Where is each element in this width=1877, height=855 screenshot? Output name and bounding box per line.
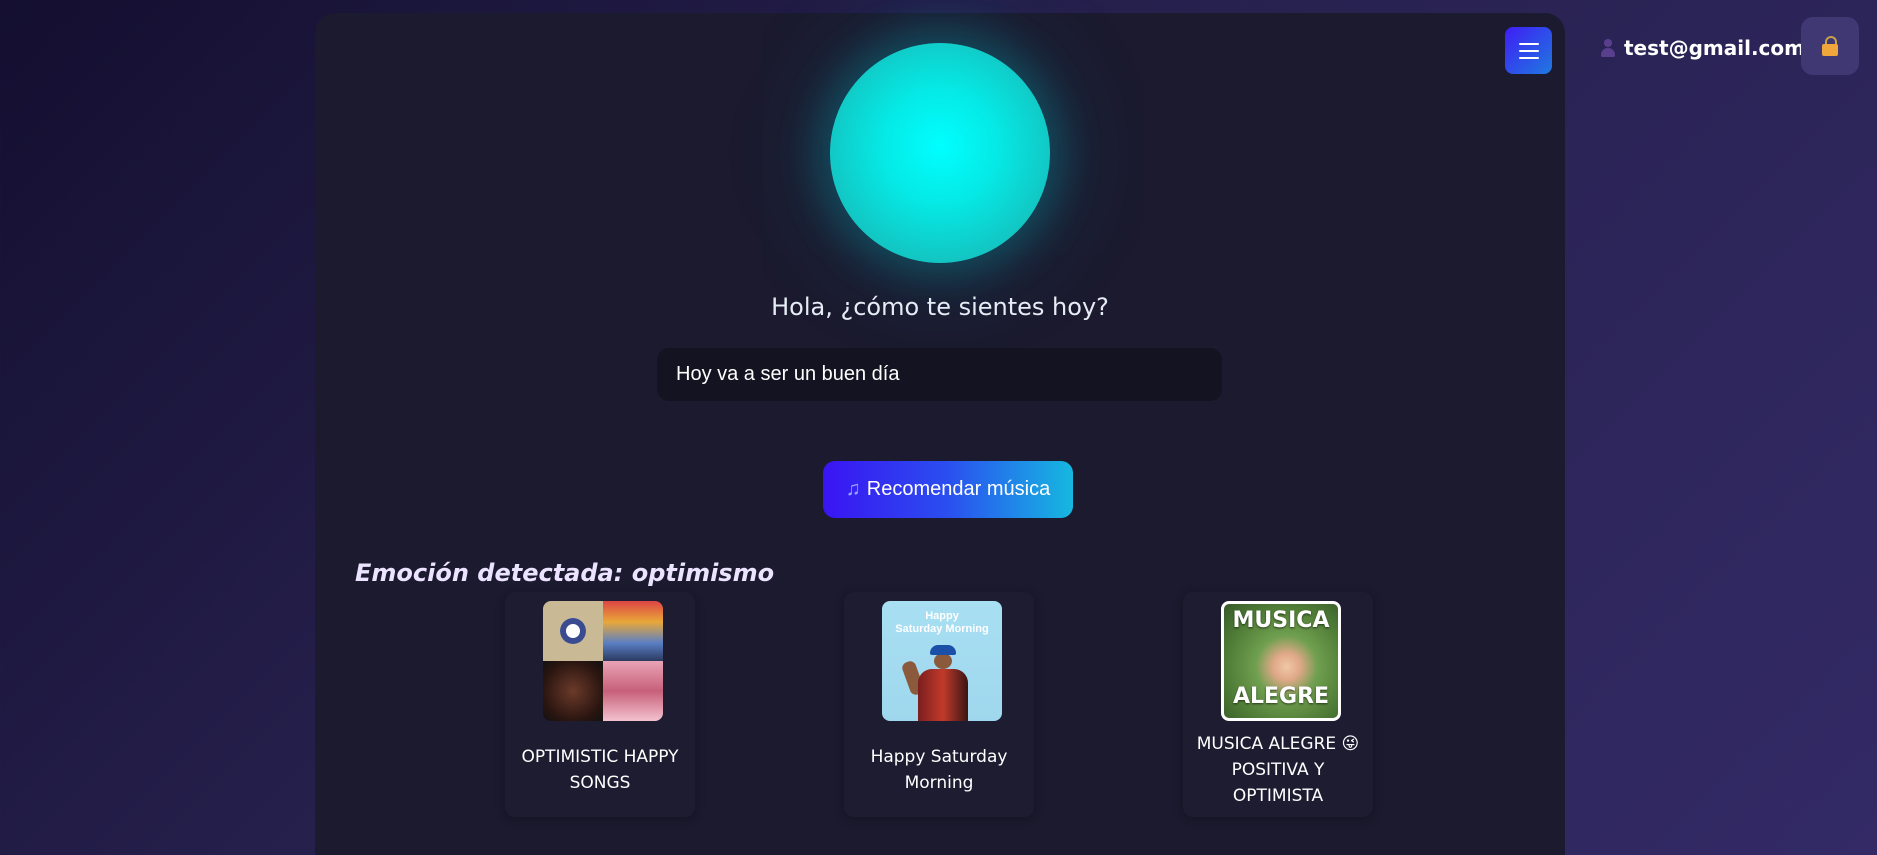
recommend-button-label: Recomendar música bbox=[866, 478, 1051, 500]
playlist-title: MUSICA ALEGRE 😜 POSITIVA Y OPTIMISTA bbox=[1196, 734, 1360, 806]
hamburger-menu-icon bbox=[1518, 42, 1539, 59]
playlist-cover: Happy Saturday Morning bbox=[882, 601, 1002, 721]
menu-button[interactable] bbox=[1505, 27, 1552, 74]
playlist-cover: MUSICA ALEGRE bbox=[1221, 601, 1341, 721]
logout-button[interactable] bbox=[1801, 17, 1859, 75]
cover-text: MUSICA bbox=[1232, 608, 1330, 633]
user-info: test@gmail.com bbox=[1600, 33, 1805, 63]
playlist-title: Happy Saturday Morning bbox=[870, 747, 1008, 793]
user-email: test@gmail.com bbox=[1624, 36, 1805, 60]
greeting-heading: Hola, ¿cómo te sientes hoy? bbox=[771, 293, 1109, 321]
music-note-icon: ♫ bbox=[845, 478, 861, 500]
user-silhouette-icon bbox=[1600, 39, 1616, 57]
playlist-card[interactable]: Happy Saturday Morning Happy Saturday Mo… bbox=[844, 592, 1034, 817]
cover-text: Happy Saturday Morning bbox=[895, 610, 989, 635]
cover-text: ALEGRE bbox=[1232, 684, 1330, 709]
playlist-cover bbox=[543, 601, 663, 721]
detected-emotion: Emoción detectada: optimismo bbox=[355, 559, 775, 587]
emotion-orb bbox=[830, 43, 1050, 263]
playlist-title: OPTIMISTIC HAPPY SONGS bbox=[521, 747, 679, 793]
recommend-music-button[interactable]: ♫ Recomendar música bbox=[823, 461, 1073, 518]
mood-input[interactable] bbox=[657, 348, 1222, 401]
lock-icon bbox=[1822, 36, 1838, 56]
playlist-card[interactable]: MUSICA ALEGRE MUSICA ALEGRE 😜 POSITIVA Y… bbox=[1183, 592, 1373, 817]
playlist-card[interactable]: OPTIMISTIC HAPPY SONGS bbox=[505, 592, 695, 817]
